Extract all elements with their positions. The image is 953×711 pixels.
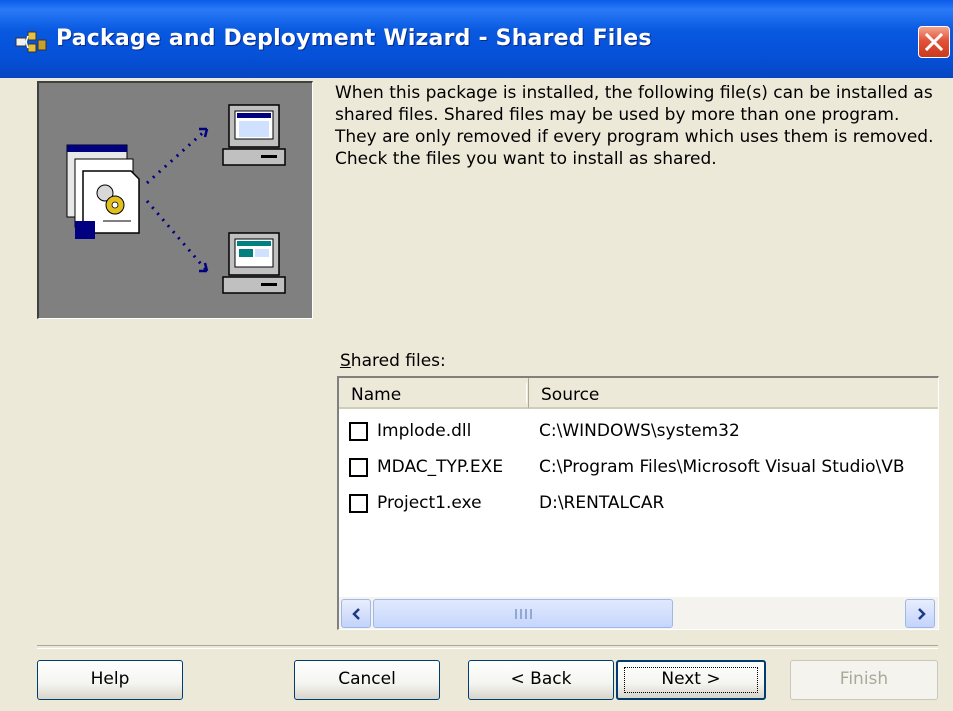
file-name: Project1.exe bbox=[377, 493, 482, 513]
deployment-illustration-icon bbox=[66, 104, 286, 294]
wizard-window: Package and Deployment Wizard - Shared F… bbox=[0, 0, 953, 711]
shared-checkbox[interactable] bbox=[349, 458, 368, 477]
scroll-thumb[interactable] bbox=[373, 599, 673, 628]
next-button-label: Next > bbox=[661, 669, 721, 689]
cancel-button[interactable]: Cancel bbox=[294, 660, 440, 700]
close-button[interactable] bbox=[918, 26, 950, 58]
button-divider bbox=[37, 645, 938, 649]
list-item[interactable]: Project1.exe D:\RENTALCAR bbox=[339, 488, 938, 524]
shared-files-label-accelerator: S bbox=[340, 351, 351, 371]
chevron-right-icon bbox=[918, 608, 926, 620]
list-rows: Implode.dll C:\WINDOWS\system32 MDAC_TYP… bbox=[339, 416, 938, 524]
column-header-source[interactable]: Source bbox=[529, 378, 938, 409]
file-name: Implode.dll bbox=[377, 421, 472, 441]
package-deployment-icon bbox=[15, 31, 47, 53]
file-name: MDAC_TYP.EXE bbox=[377, 457, 504, 477]
next-button[interactable]: Next > bbox=[616, 660, 766, 700]
help-button[interactable]: Help bbox=[37, 660, 183, 700]
shared-files-label: Shared files: bbox=[340, 351, 446, 371]
list-item[interactable]: MDAC_TYP.EXE C:\Program Files\Microsoft … bbox=[339, 452, 938, 488]
list-header: Name Source bbox=[339, 378, 938, 411]
scroll-left-button[interactable] bbox=[341, 599, 371, 628]
shared-checkbox[interactable] bbox=[349, 422, 368, 441]
shared-files-label-rest: hared files: bbox=[350, 351, 446, 371]
wizard-illustration bbox=[37, 81, 313, 319]
close-x-icon bbox=[925, 33, 943, 51]
list-item[interactable]: Implode.dll C:\WINDOWS\system32 bbox=[339, 416, 938, 452]
shared-files-list[interactable]: Name Source Implode.dll C:\WINDOWS\syste… bbox=[337, 376, 939, 630]
column-header-name[interactable]: Name bbox=[339, 378, 529, 409]
chevron-left-icon bbox=[352, 608, 360, 620]
file-source: C:\Program Files\Microsoft Visual Studio… bbox=[539, 457, 905, 477]
file-source: C:\WINDOWS\system32 bbox=[539, 421, 740, 441]
back-button[interactable]: < Back bbox=[468, 660, 614, 700]
file-source: D:\RENTALCAR bbox=[539, 493, 665, 513]
finish-button: Finish bbox=[790, 660, 938, 700]
grip-icon bbox=[515, 609, 533, 619]
instructions-text: When this package is installed, the foll… bbox=[335, 83, 934, 169]
scroll-right-button[interactable] bbox=[905, 599, 935, 628]
title-bar[interactable]: Package and Deployment Wizard - Shared F… bbox=[0, 0, 953, 78]
horizontal-scrollbar[interactable] bbox=[339, 597, 938, 629]
shared-checkbox[interactable] bbox=[349, 494, 368, 513]
window-title: Package and Deployment Wizard - Shared F… bbox=[56, 26, 652, 51]
